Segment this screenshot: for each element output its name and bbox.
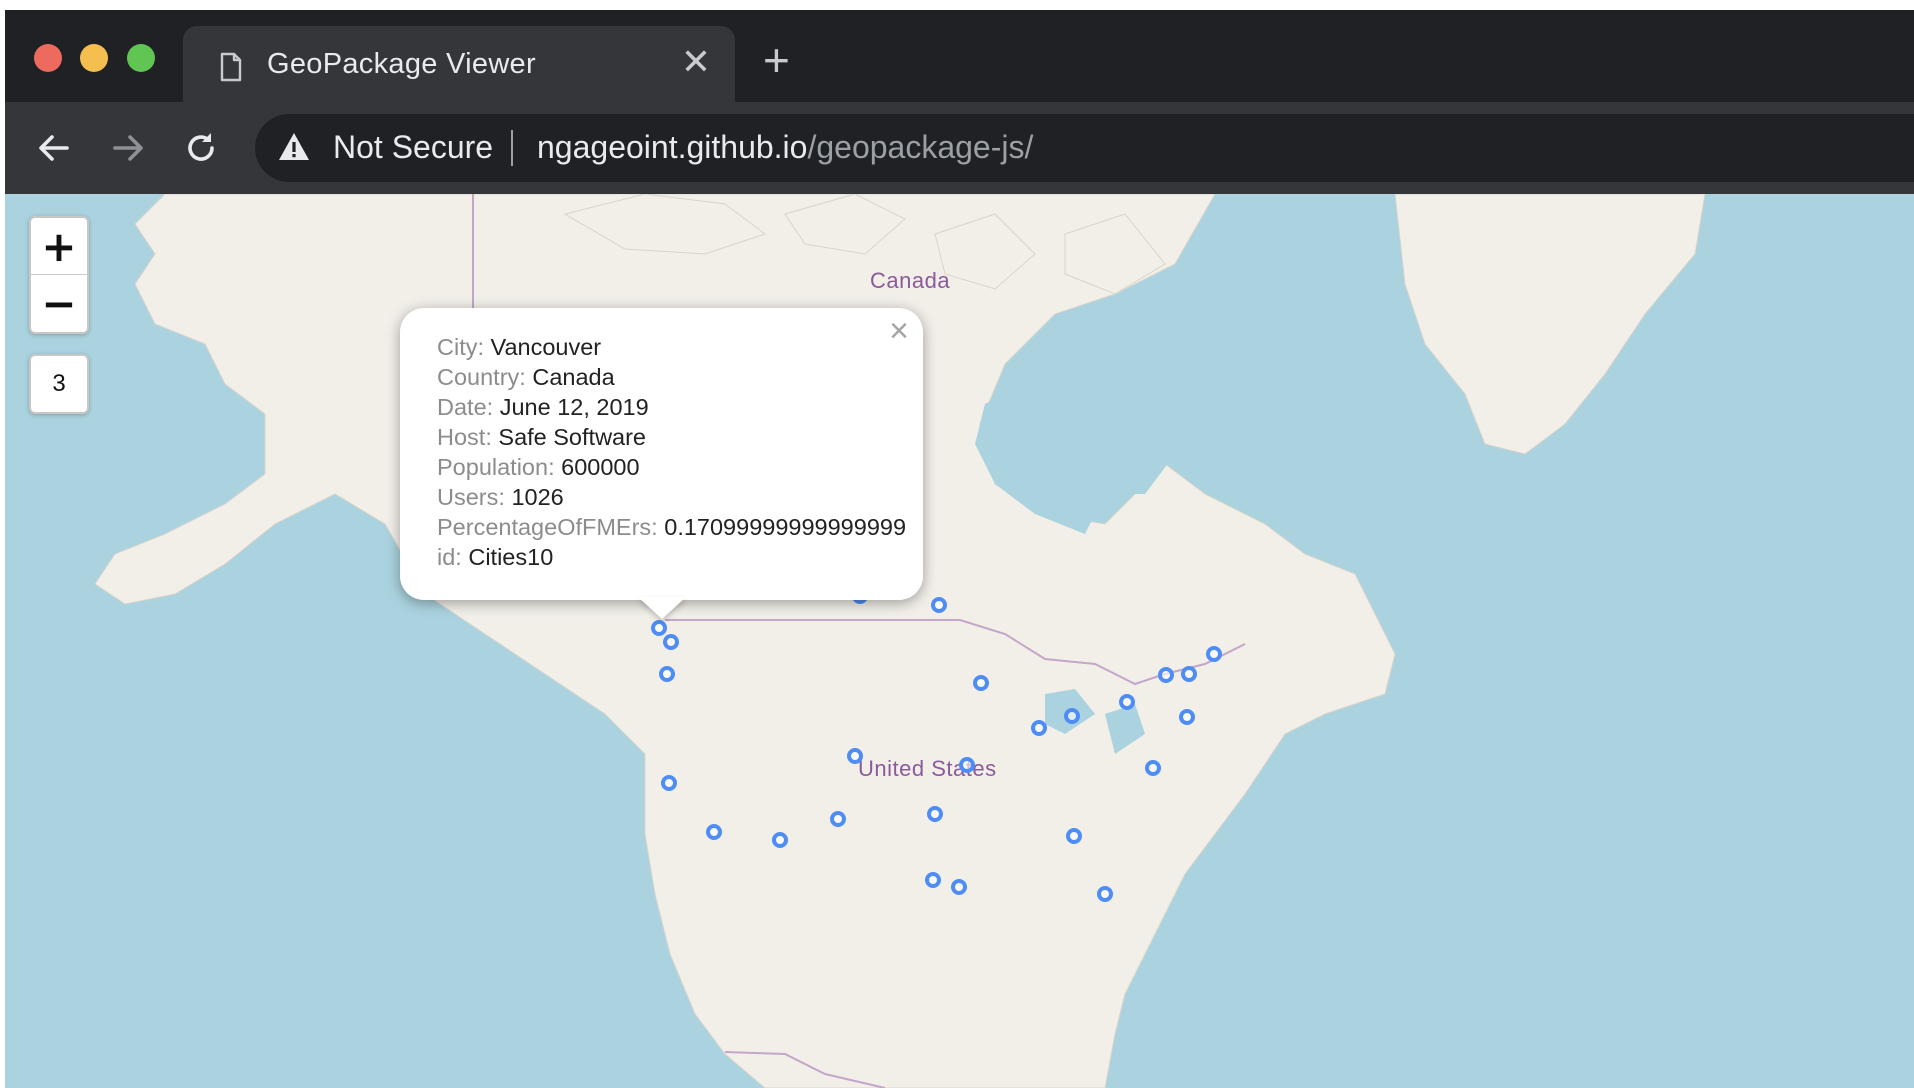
- browser-toolbar: Not Secure ngageoint.github.io/geopackag…: [5, 102, 1914, 194]
- back-button[interactable]: [28, 122, 80, 174]
- reload-icon: [188, 133, 214, 161]
- popup-tip: [638, 597, 686, 619]
- city-marker[interactable]: [973, 675, 989, 691]
- city-marker[interactable]: [1206, 646, 1222, 662]
- map-canvas[interactable]: + − 3 Canada United States × City: Vanco…: [5, 194, 1914, 1088]
- city-marker[interactable]: [1119, 694, 1135, 710]
- reload-button[interactable]: [175, 122, 227, 174]
- minimize-window-button[interactable]: [80, 44, 108, 72]
- city-marker[interactable]: [847, 748, 863, 764]
- url-path: /geopackage-js/: [807, 129, 1034, 165]
- popup-row-city: City: Vancouver: [437, 334, 602, 360]
- greenland: [1394, 194, 1706, 455]
- tab-bar: GeoPackage Viewer ✕ +: [5, 10, 1914, 102]
- popup-row-country: Country: Canada: [437, 364, 615, 390]
- close-window-button[interactable]: [34, 44, 62, 72]
- tab-geopackage-viewer[interactable]: GeoPackage Viewer ✕: [183, 26, 735, 102]
- city-marker[interactable]: [1031, 720, 1047, 736]
- city-marker[interactable]: [663, 634, 679, 650]
- address-separator: [511, 130, 513, 166]
- city-marker[interactable]: [651, 620, 667, 636]
- country-label-canada: Canada: [870, 268, 951, 293]
- browser-window: GeoPackage Viewer ✕ + Not Secure ngageoi…: [5, 10, 1914, 1088]
- popup-row-percentage: PercentageOfFMErs: 0.17099999999999999: [437, 514, 907, 540]
- zoom-in-button[interactable]: +: [31, 218, 87, 275]
- popup-row-host: Host: Safe Software: [437, 424, 646, 450]
- tab-title: GeoPackage Viewer: [267, 48, 536, 80]
- city-marker[interactable]: [951, 879, 967, 895]
- city-marker[interactable]: [1158, 667, 1174, 683]
- maximize-window-button[interactable]: [127, 44, 155, 72]
- city-marker[interactable]: [925, 872, 941, 888]
- zoom-level-indicator: 3: [29, 354, 89, 414]
- country-label-united-states: United States: [858, 756, 997, 781]
- basemap: [94, 194, 1706, 1088]
- arrow-right-icon: [113, 135, 143, 161]
- popup-row-id: id: Cities10: [437, 544, 554, 570]
- document-icon: [220, 52, 242, 82]
- city-marker[interactable]: [706, 824, 722, 840]
- city-marker[interactable]: [772, 832, 788, 848]
- feature-popup: × City: Vancouver Country: Canada Date: …: [400, 308, 923, 619]
- city-marker[interactable]: [1097, 886, 1113, 902]
- address-bar[interactable]: Not Secure ngageoint.github.io/geopackag…: [255, 114, 1914, 182]
- new-tab-button[interactable]: +: [763, 37, 790, 83]
- url-text[interactable]: ngageoint.github.io/geopackage-js/: [537, 129, 1033, 166]
- city-marker[interactable]: [661, 775, 677, 791]
- city-marker[interactable]: [830, 811, 846, 827]
- city-marker[interactable]: [1064, 708, 1080, 724]
- zoom-control: + −: [29, 216, 89, 334]
- city-marker[interactable]: [1145, 760, 1161, 776]
- tab-close-icon[interactable]: ✕: [681, 44, 711, 80]
- security-label[interactable]: Not Secure: [333, 129, 493, 166]
- forward-button[interactable]: [102, 122, 154, 174]
- city-marker[interactable]: [1066, 828, 1082, 844]
- city-marker[interactable]: [659, 666, 675, 682]
- popup-row-population: Population: 600000: [437, 454, 640, 480]
- url-host: ngageoint.github.io: [537, 129, 808, 165]
- city-marker[interactable]: [931, 597, 947, 613]
- warning-icon[interactable]: [277, 131, 311, 163]
- popup-attributes: City: Vancouver Country: Canada Date: Ju…: [437, 332, 906, 572]
- city-marker[interactable]: [927, 806, 943, 822]
- popup-row-date: Date: June 12, 2019: [437, 394, 649, 420]
- popup-row-users: Users: 1026: [437, 484, 564, 510]
- city-marker[interactable]: [1179, 709, 1195, 725]
- zoom-out-button[interactable]: −: [31, 275, 87, 332]
- city-marker[interactable]: [1181, 666, 1197, 682]
- arrow-left-icon: [39, 135, 69, 161]
- city-marker[interactable]: [959, 757, 975, 773]
